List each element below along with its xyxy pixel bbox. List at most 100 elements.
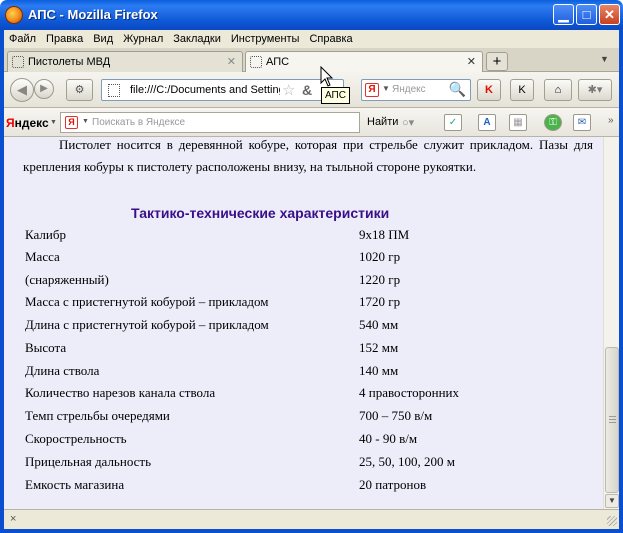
yandex-logo[interactable]: Яндекс	[6, 116, 49, 130]
spec-row: Калибр 9х18 ПМ	[25, 225, 585, 247]
menu-edit[interactable]: Правка	[41, 30, 88, 45]
spec-value: 1020 гр	[359, 249, 401, 264]
spec-label: Емкость магазина	[25, 477, 125, 492]
home-button[interactable]: ⌂	[544, 79, 572, 101]
spec-label: Количество нарезов канала ствола	[25, 385, 216, 400]
key-icon[interactable]: ⚿	[544, 114, 562, 131]
url-bar[interactable]: file:///C:/Documents and Settings ☆ &	[101, 79, 344, 101]
spec-row: Емкость магазина 20 патронов	[25, 475, 585, 497]
spec-row: Скорострельность 40 - 90 в/м	[25, 429, 585, 451]
maximize-button[interactable]: □	[576, 4, 597, 25]
window-titlebar: АПС - Mozilla Firefox ▁ □ ✕	[0, 0, 623, 30]
spec-row: Масса с пристегнутой кобурой – прикладом…	[25, 292, 585, 314]
spec-value: 1720 гр	[359, 294, 401, 309]
intro-paragraph: Пистолет носится в деревянной кобуре, ко…	[23, 137, 593, 174]
yandex-engine-icon[interactable]: Я	[65, 116, 78, 129]
engine-dropdown-icon[interactable]: ▼	[382, 84, 390, 93]
menu-file[interactable]: Файл	[4, 30, 41, 45]
spec-label: Длина ствола	[25, 363, 100, 378]
spec-label: (снаряженный)	[25, 272, 109, 287]
spec-value: 540 мм	[359, 317, 399, 332]
menu-help[interactable]: Справка	[304, 30, 357, 45]
spec-label: Масса	[25, 249, 60, 264]
yandex-menu-chevron-icon[interactable]: ▼	[50, 119, 57, 126]
puzzle-icon: ✱▾	[587, 84, 603, 96]
search-icon[interactable]: 🔍	[449, 81, 466, 98]
yandex-toolbar: Яндекс ▼ Я ▼ Поискать в Яндексе Найти ○▾…	[4, 108, 619, 137]
kaspersky-icon: K	[485, 84, 493, 96]
spec-label: Темп стрельбы очередями	[25, 408, 170, 423]
spec-value: 140 мм	[359, 363, 399, 378]
minimize-button[interactable]: ▁	[553, 4, 574, 25]
spec-label: Длина с пристегнутой кобурой – прикладом	[25, 317, 269, 332]
grip-icon	[609, 416, 616, 424]
page-icon	[108, 84, 120, 97]
spec-label: Высота	[25, 340, 67, 355]
mail-icon[interactable]: ✉	[573, 114, 591, 131]
bookmark-star-icon[interactable]: ☆	[282, 81, 295, 99]
spellcheck-icon[interactable]: ✓	[444, 114, 462, 131]
spec-row: Количество нарезов канала ствола 4 правос…	[25, 383, 585, 405]
spec-value: 20 патронов	[359, 477, 427, 492]
menu-history[interactable]: Журнал	[118, 30, 168, 45]
yandex-search-placeholder: Поискать в Яндексе	[92, 117, 186, 128]
navigation-toolbar: ◀ ▶ ⚙ file:///C:/Documents and Settings …	[4, 72, 619, 108]
yandex-search-input[interactable]: Я ▼ Поискать в Яндексе	[60, 112, 360, 133]
k-icon: K	[518, 84, 526, 96]
resize-grip-icon[interactable]	[607, 516, 617, 526]
new-tab-button[interactable]: +	[486, 52, 508, 71]
speech-bubble-icon[interactable]: ○▾	[402, 116, 414, 129]
menu-bookmarks[interactable]: Закладки	[168, 30, 226, 45]
yandex-find-button[interactable]: Найти	[367, 116, 398, 128]
page-favicon-icon	[250, 56, 262, 68]
spec-row: Темп стрельбы очередями 700 – 750 в/м	[25, 406, 585, 428]
url-tooltip: АПС	[321, 87, 350, 104]
search-placeholder: Яндекс	[392, 84, 426, 95]
back-button[interactable]: ◀	[10, 78, 34, 102]
tab-label: Пистолеты МВД	[28, 56, 111, 68]
k-button[interactable]: K	[510, 79, 534, 101]
kaspersky-button[interactable]: K	[477, 79, 501, 101]
spec-row: Масса 1020 гр	[25, 247, 585, 269]
scroll-down-button[interactable]: ▼	[605, 494, 619, 508]
spec-value: 1220 гр	[359, 272, 401, 287]
menu-tools[interactable]: Инструменты	[226, 30, 305, 45]
spec-label: Скорострельность	[25, 431, 127, 446]
addons-button[interactable]: ✱▾	[578, 79, 612, 101]
tab-close-icon[interactable]: ✕	[467, 55, 476, 68]
tab-aps[interactable]: АПС ✕	[245, 51, 483, 72]
toolbar-overflow-icon[interactable]: »	[608, 115, 614, 126]
reload-icon[interactable]: &	[302, 82, 312, 98]
close-addon-bar-icon[interactable]: ×	[10, 513, 16, 525]
forward-button[interactable]: ▶	[34, 79, 54, 99]
spec-value: 25, 50, 100, 200 м	[359, 454, 455, 469]
tab-bar: Пистолеты МВД ✕ АПС ✕ + ▼	[4, 48, 619, 72]
window-title: АПС - Mozilla Firefox	[28, 7, 158, 22]
close-window-button[interactable]: ✕	[599, 4, 620, 25]
spec-label: Масса с пристегнутой кобурой – прикладом	[25, 294, 269, 309]
url-text[interactable]: file:///C:/Documents and Settings	[130, 84, 280, 96]
firefox-logo-icon	[5, 6, 23, 24]
tab-close-icon[interactable]: ✕	[227, 55, 236, 68]
bookmarks-grid-icon[interactable]: ▦	[509, 114, 527, 131]
back-arrow-icon: ◀	[17, 82, 27, 97]
search-box[interactable]: Я ▼ Яндекс 🔍	[361, 79, 471, 101]
spec-label: Прицельная дальность	[25, 454, 152, 469]
status-bar: ×	[4, 509, 619, 529]
tab-pistols-mvd[interactable]: Пистолеты МВД ✕	[7, 51, 243, 72]
spec-value: 700 – 750 в/м	[359, 408, 433, 423]
engine-dropdown-icon[interactable]: ▼	[82, 118, 89, 125]
spec-row: Высота 152 мм	[25, 338, 585, 360]
vertical-scrollbar[interactable]: ▼	[603, 137, 619, 509]
yandex-engine-icon[interactable]: Я	[365, 83, 379, 97]
spec-value: 4 правосторонних	[359, 385, 460, 400]
spec-row: Длина с пристегнутой кобурой – прикладом…	[25, 315, 585, 337]
translate-icon[interactable]: A	[478, 114, 496, 131]
tools-icon: ⚙	[74, 84, 85, 96]
forward-arrow-icon: ▶	[40, 83, 48, 94]
scrollbar-thumb[interactable]	[605, 347, 619, 493]
specs-title: Тактико-технические характеристики	[131, 205, 390, 221]
tab-list-chevron-icon[interactable]: ▼	[600, 54, 609, 64]
identity-button[interactable]: ⚙	[66, 79, 93, 101]
menu-view[interactable]: Вид	[88, 30, 118, 45]
